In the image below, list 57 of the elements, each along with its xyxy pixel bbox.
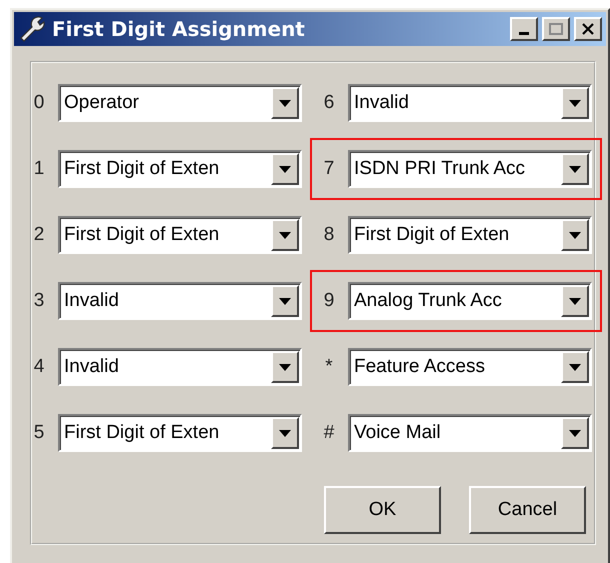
- close-button[interactable]: [574, 17, 602, 41]
- digit-label: 0: [32, 92, 46, 114]
- dropdown-button[interactable]: [271, 285, 299, 317]
- dropdown[interactable]: First Digit of Exten: [58, 414, 302, 452]
- caret-icon: [569, 100, 581, 106]
- dropdown-button[interactable]: [561, 417, 589, 449]
- caret-icon: [569, 298, 581, 304]
- dialog-button[interactable]: Cancel: [469, 486, 586, 534]
- caret-icon: [279, 232, 291, 238]
- digit-label: *: [324, 356, 334, 378]
- dropdown-button[interactable]: [271, 351, 299, 383]
- dropdown-button[interactable]: [271, 417, 299, 449]
- digit-label: 2: [32, 224, 46, 246]
- maximize-icon: [549, 23, 563, 35]
- caret-icon: [569, 166, 581, 172]
- dropdown[interactable]: ISDN PRI Trunk Acc: [348, 150, 592, 188]
- digit-label: 6: [322, 92, 336, 114]
- dropdown[interactable]: Invalid: [58, 282, 302, 320]
- caret-icon: [279, 166, 291, 172]
- window-title: First Digit Assignment: [52, 17, 306, 41]
- minimize-button[interactable]: [510, 17, 538, 41]
- digit-label: 1: [32, 158, 46, 180]
- caret-icon: [279, 298, 291, 304]
- digit-label: 9: [322, 290, 336, 312]
- caret-icon: [279, 100, 291, 106]
- caret-icon: [279, 430, 291, 436]
- dropdown-button[interactable]: [561, 87, 589, 119]
- dropdown-button[interactable]: [561, 351, 589, 383]
- minimize-icon: [519, 32, 529, 34]
- dropdown-button[interactable]: [271, 87, 299, 119]
- maximize-button[interactable]: [542, 17, 570, 41]
- caret-icon: [569, 364, 581, 370]
- close-icon: [581, 23, 595, 35]
- digit-label: 4: [32, 356, 46, 378]
- digit-label: 8: [322, 224, 336, 246]
- digit-label: 7: [322, 158, 336, 180]
- dropdown[interactable]: Feature Access: [348, 348, 592, 386]
- digit-label: 5: [32, 422, 46, 444]
- dropdown[interactable]: First Digit of Exten: [58, 150, 302, 188]
- dropdown[interactable]: First Digit of Exten: [348, 216, 592, 254]
- caret-icon: [569, 430, 581, 436]
- caret-icon: [569, 232, 581, 238]
- dropdown-button[interactable]: [561, 285, 589, 317]
- dropdown-button[interactable]: [271, 219, 299, 251]
- dropdown[interactable]: Voice Mail: [348, 414, 592, 452]
- dropdown[interactable]: Invalid: [348, 84, 592, 122]
- caret-icon: [279, 364, 291, 370]
- dropdown[interactable]: First Digit of Exten: [58, 216, 302, 254]
- digit-label: 3: [32, 290, 46, 312]
- digit-label: #: [322, 422, 336, 444]
- dropdown[interactable]: Invalid: [58, 348, 302, 386]
- dropdown-button[interactable]: [561, 219, 589, 251]
- dropdown-button[interactable]: [561, 153, 589, 185]
- dialog-button[interactable]: OK: [324, 486, 441, 534]
- dropdown-button[interactable]: [271, 153, 299, 185]
- dropdown[interactable]: Operator: [58, 84, 302, 122]
- dropdown[interactable]: Analog Trunk Acc: [348, 282, 592, 320]
